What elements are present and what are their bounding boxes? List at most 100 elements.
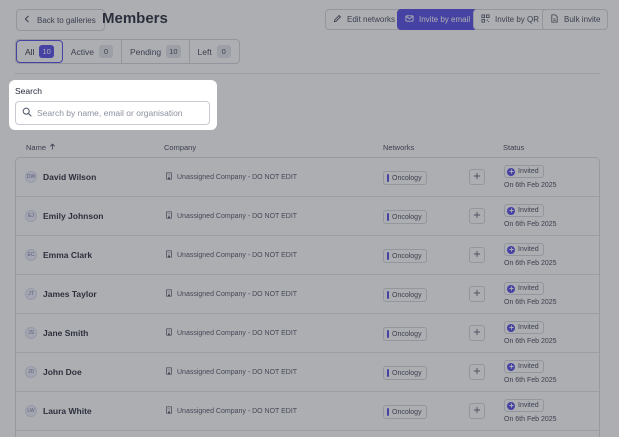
building-icon [165,406,173,416]
building-icon [165,328,173,338]
search-box[interactable] [15,101,210,125]
tab-count: 0 [216,45,231,58]
member-name[interactable]: Emily Johnson [43,211,103,221]
status-label: Invited [518,324,539,331]
table-row[interactable]: EC Emma Clark Unassigned Company - DO NOT … [16,236,599,275]
tab-label: Left [197,46,212,57]
invite-by-qr-label: Invite by QR [495,15,540,24]
add-network-button[interactable] [469,286,485,302]
column-header-status: Status [503,143,525,152]
table-row[interactable]: JS Jane Smith Unassigned Company - DO NOT … [16,314,599,353]
table-row[interactable]: JT James Taylor Unassigned Company - DO NO… [16,275,599,314]
add-network-button[interactable] [469,169,485,185]
member-name[interactable]: Laura White [43,406,92,416]
company-cell: Unassigned Company - DO NOT EDIT [165,172,297,182]
tab-all[interactable]: All 10 [16,40,63,63]
member-name[interactable]: Jane Smith [43,328,88,338]
sort-arrow-up-icon [49,143,56,152]
member-name[interactable]: Emma Clark [43,250,92,260]
add-network-button[interactable] [469,208,485,224]
avatar: EJ [25,210,37,222]
divider [15,73,600,74]
status-badge: Invited [504,243,544,256]
table-row[interactable]: DW David Wilson Unassigned Company - DO NO… [16,158,599,197]
network-color-bar [387,252,389,260]
status-label: Invited [518,207,539,214]
invite-by-qr-button[interactable]: Invite by QR [473,9,548,30]
bulk-invite-label: Bulk invite [564,15,601,24]
company-name: Unassigned Company - DO NOT EDIT [177,251,298,259]
network-label: Oncology [392,369,422,377]
back-button-label: Back to galleries [37,15,96,25]
status-badge: Invited [504,360,544,373]
mail-icon [405,14,414,25]
company-cell: Unassigned Company - DO NOT EDIT [165,406,297,416]
table-row[interactable]: EJ Emily Johnson Unassigned Company - DO N… [16,197,599,236]
avatar: LW [25,405,37,417]
company-name: Unassigned Company - DO NOT EDIT [177,212,298,220]
bulk-invite-button[interactable]: Bulk invite [542,9,609,30]
plus-icon [473,406,481,417]
tab-count: 10 [166,45,181,58]
network-color-bar [387,330,389,338]
network-label: Oncology [392,252,422,260]
pencil-icon [333,14,342,25]
add-network-button[interactable] [469,325,485,341]
status-label: Invited [518,363,539,370]
table-row[interactable]: JD John Doe Unassigned Company - DO NOT ED… [16,353,599,392]
network-color-bar [387,369,389,377]
tab-left[interactable]: Left 0 [190,40,239,63]
network-color-bar [387,174,389,182]
tab-active[interactable]: Active 0 [63,40,122,63]
add-network-button[interactable] [469,403,485,419]
file-icon [550,14,559,25]
tab-pending[interactable]: Pending 10 [122,40,190,63]
building-icon [165,172,173,182]
company-cell: Unassigned Company - DO NOT EDIT [165,289,297,299]
edit-networks-button[interactable]: Edit networks [325,9,404,30]
company-name: Unassigned Company - DO NOT EDIT [177,173,298,181]
tab-count: 10 [39,45,54,58]
members-table-body: DW David Wilson Unassigned Company - DO NO… [15,157,600,437]
invite-by-email-button[interactable]: Invite by email [397,9,479,30]
avatar: JS [25,327,37,339]
building-icon [165,211,173,221]
tab-count: 0 [98,45,113,58]
search-label: Search [15,86,42,96]
member-name[interactable]: David Wilson [43,172,96,182]
status-date: On 6th Feb 2025 [504,377,557,384]
invited-plus-icon [507,245,515,254]
plus-icon [473,367,481,378]
column-header-name[interactable]: Name [26,143,56,152]
avatar: JD [25,366,37,378]
status-label: Invited [518,402,539,409]
status-badge: Invited [504,321,544,334]
invited-plus-icon [507,362,515,371]
chevron-left-icon [23,15,31,25]
network-tag: Oncology [383,366,427,380]
network-color-bar [387,213,389,221]
network-color-bar [387,291,389,299]
status-label: Invited [518,168,539,175]
status-date: On 6th Feb 2025 [504,338,557,345]
avatar: EC [25,249,37,261]
member-filter-tabs: All 10 Active 0 Pending 10 Left 0 [15,39,240,64]
add-network-button[interactable] [469,364,485,380]
company-name: Unassigned Company - DO NOT EDIT [177,368,298,376]
search-input[interactable] [37,108,203,118]
search-icon [22,104,32,122]
avatar: JT [25,288,37,300]
column-header-networks: Networks [383,143,415,152]
add-network-button[interactable] [469,247,485,263]
company-cell: Unassigned Company - DO NOT EDIT [165,367,297,377]
tab-label: All [25,46,35,57]
invited-plus-icon [507,167,515,176]
edit-networks-label: Edit networks [347,15,396,24]
table-row[interactable]: LW Laura White Unassigned Company - DO NOT… [16,392,599,431]
table-header: Name Company Networks Status [15,140,600,157]
member-name[interactable]: John Doe [43,367,82,377]
back-to-galleries-button[interactable]: Back to galleries [16,9,105,31]
member-name[interactable]: James Taylor [43,289,97,299]
company-cell: Unassigned Company - DO NOT EDIT [165,211,297,221]
company-cell: Unassigned Company - DO NOT EDIT [165,328,297,338]
